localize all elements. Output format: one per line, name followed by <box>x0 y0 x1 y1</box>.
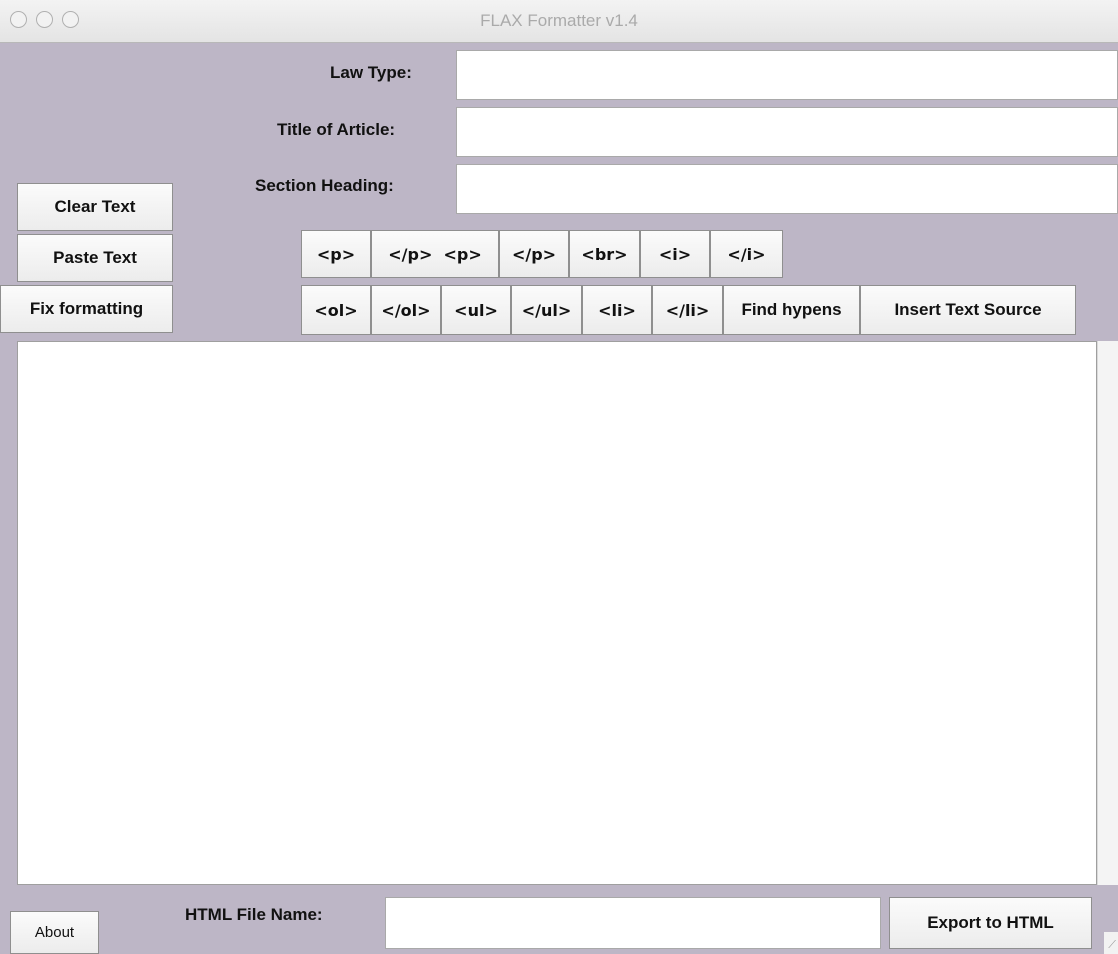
tag-i-close-button[interactable]: </i> <box>710 230 783 278</box>
app-window: FLAX Formatter v1.4 Law Type: Title of A… <box>0 0 1118 954</box>
export-to-html-button[interactable]: Export to HTML <box>889 897 1092 949</box>
tag-br-button[interactable]: <br> <box>569 230 640 278</box>
find-hyphens-button[interactable]: Find hypens <box>723 285 860 335</box>
window-title: FLAX Formatter v1.4 <box>480 11 638 30</box>
tag-p-break-button[interactable]: </p> <p> <box>371 230 499 278</box>
clear-text-button[interactable]: Clear Text <box>17 183 173 231</box>
tag-li-close-button[interactable]: </li> <box>652 285 723 335</box>
section-heading-input[interactable] <box>456 164 1118 214</box>
law-type-input[interactable] <box>456 50 1118 100</box>
paste-text-button[interactable]: Paste Text <box>17 234 173 282</box>
about-button[interactable]: About <box>10 911 99 954</box>
tag-p-open-button[interactable]: <p> <box>301 230 371 278</box>
tag-ol-close-button[interactable]: </ol> <box>371 285 441 335</box>
tag-li-open-button[interactable]: <li> <box>582 285 652 335</box>
tag-ol-open-button[interactable]: <ol> <box>301 285 371 335</box>
resize-grip-icon: ⟋ <box>1108 939 1116 951</box>
tag-p-close-button[interactable]: </p> <box>499 230 569 278</box>
html-file-name-label: HTML File Name: <box>185 905 323 924</box>
tag-ul-open-button[interactable]: <ul> <box>441 285 511 335</box>
tag-ul-close-button[interactable]: </ul> <box>511 285 582 335</box>
tag-i-open-button[interactable]: <i> <box>640 230 710 278</box>
section-heading-label: Section Heading: <box>255 176 394 195</box>
fix-formatting-button[interactable]: Fix formatting <box>0 285 173 333</box>
text-editor[interactable] <box>17 341 1097 885</box>
editor-vertical-scrollbar[interactable] <box>1097 341 1118 885</box>
insert-text-source-button[interactable]: Insert Text Source <box>860 285 1076 335</box>
resize-grip[interactable]: ⟋ <box>1104 932 1118 954</box>
title-of-article-input[interactable] <box>456 107 1118 157</box>
title-bar: FLAX Formatter v1.4 <box>0 0 1118 43</box>
law-type-label: Law Type: <box>330 63 412 82</box>
title-of-article-label: Title of Article: <box>277 120 396 139</box>
html-file-name-input[interactable] <box>385 897 881 949</box>
